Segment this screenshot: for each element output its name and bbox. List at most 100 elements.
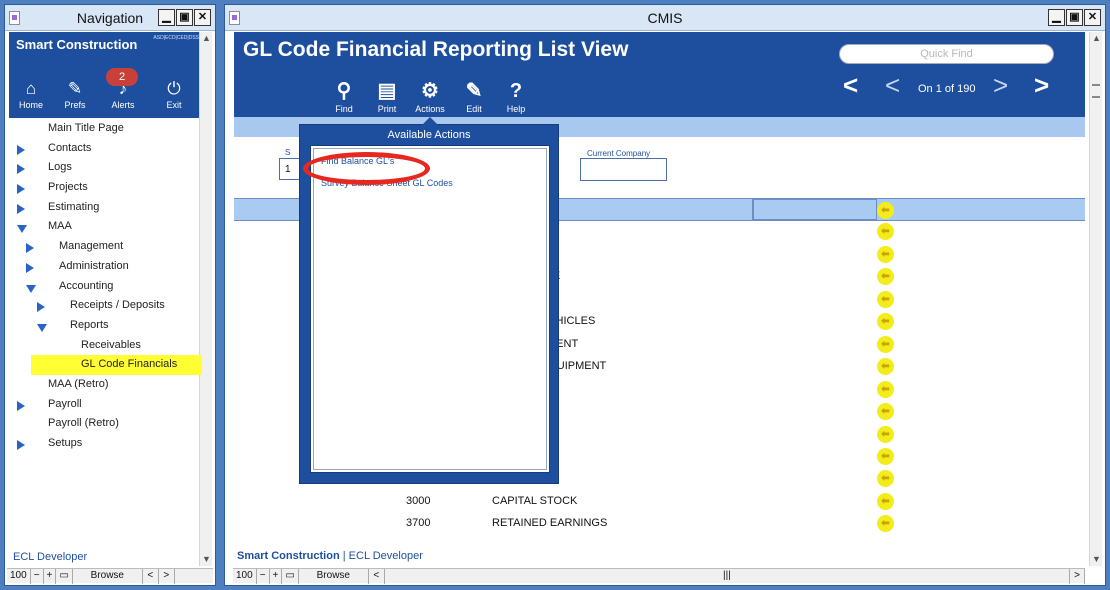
main-scrollbar[interactable]: ▲ ▼	[1089, 32, 1102, 566]
scroll-left-icon[interactable]: <	[143, 568, 159, 584]
go-to-record-icon[interactable]: ⬅	[877, 515, 894, 533]
collapsed-arrow-icon[interactable]	[26, 243, 34, 254]
mode-label[interactable]: Browse	[73, 568, 143, 584]
main-footer: Smart Construction | ECL Developer	[237, 550, 423, 562]
go-to-record-icon[interactable]: ⬅	[877, 245, 894, 263]
go-to-record-icon[interactable]: ⬅	[877, 268, 894, 286]
scroll-up-arrow[interactable]: ▲	[1090, 32, 1103, 45]
nav-footer-user[interactable]: ECL Developer	[13, 551, 87, 563]
nav-item[interactable]: Receipts / Deposits	[9, 296, 202, 316]
table-row[interactable]: 3000 CAPITAL STOCK ⬅	[234, 490, 1085, 513]
go-to-record-icon[interactable]: ⬅	[877, 470, 894, 488]
nav-item[interactable]: Accounting	[9, 277, 202, 297]
nav-item[interactable]: Management	[9, 237, 202, 257]
cmis-titlebar[interactable]: CMIS ▁ ▣ ✕	[225, 5, 1105, 31]
collapsed-arrow-icon[interactable]	[17, 400, 25, 411]
nav-item[interactable]: Administration	[9, 257, 202, 277]
navigation-titlebar[interactable]: Navigation ▁ ▣ ✕	[5, 5, 215, 31]
first-record-icon[interactable]: <	[843, 72, 858, 98]
nav-item[interactable]: Reports	[9, 316, 202, 336]
help-button[interactable]: ? Help	[497, 78, 535, 114]
nav-item[interactable]: Setups	[9, 434, 202, 454]
expanded-arrow-icon[interactable]	[17, 225, 27, 234]
nav-item[interactable]: Projects	[9, 178, 202, 198]
go-to-record-icon[interactable]: ⬅	[877, 335, 894, 353]
scroll-right-icon[interactable]: >	[1069, 568, 1085, 584]
footer-user[interactable]: ECL Developer	[349, 550, 423, 562]
actions-label: Actions	[415, 104, 445, 114]
collapsed-arrow-icon[interactable]	[17, 203, 25, 214]
close-button[interactable]: ✕	[1084, 9, 1101, 26]
go-to-record-icon[interactable]: ⬅	[877, 223, 894, 241]
collapsed-arrow-icon[interactable]	[17, 184, 25, 195]
minimize-button[interactable]: ▁	[158, 9, 175, 26]
nav-item[interactable]: Contacts	[9, 139, 202, 159]
prefs-button[interactable]: ✎ Prefs	[55, 78, 95, 110]
nav-item[interactable]: Logs	[9, 158, 202, 178]
collapsed-arrow-icon[interactable]	[17, 164, 25, 175]
nav-item[interactable]: Receivables	[9, 336, 202, 356]
zoom-out-icon[interactable]: −	[257, 568, 270, 584]
mode-label[interactable]: Browse	[299, 568, 369, 584]
nav-item[interactable]: GL Code Financials	[9, 355, 202, 375]
expanded-arrow-icon[interactable]	[26, 284, 36, 293]
prev-record-icon[interactable]: <	[885, 72, 900, 98]
nav-item[interactable]: MAA (Retro)	[9, 375, 202, 395]
go-to-record-icon[interactable]: ⬅	[877, 290, 894, 308]
go-to-record-icon[interactable]: ⬅	[877, 313, 894, 331]
zoom-level[interactable]: 100	[7, 568, 31, 584]
scroll-thumb[interactable]	[1092, 84, 1100, 98]
collapsed-arrow-icon[interactable]	[26, 262, 34, 273]
exit-label: Exit	[166, 100, 182, 110]
collapsed-arrow-icon[interactable]	[17, 144, 25, 155]
popup-pointer	[422, 117, 438, 125]
zoom-out-icon[interactable]: −	[31, 568, 44, 584]
last-record-icon[interactable]: >	[1034, 72, 1049, 98]
current-company-field[interactable]	[580, 158, 667, 181]
find-button[interactable]: ⚲ Find	[325, 78, 363, 114]
selected-extra-cell[interactable]	[753, 199, 877, 220]
quick-find-input[interactable]: Quick Find	[839, 44, 1054, 64]
zoom-level[interactable]: 100	[233, 568, 257, 584]
nav-item-label: Receivables	[81, 338, 141, 351]
collapsed-arrow-icon[interactable]	[37, 302, 45, 313]
maximize-button[interactable]: ▣	[176, 9, 193, 26]
table-row[interactable]: 3700 RETAINED EARNINGS ⬅	[234, 512, 1085, 535]
go-to-record-icon[interactable]: ⬅	[877, 202, 894, 219]
collapsed-arrow-icon[interactable]	[17, 440, 25, 450]
scroll-right-icon[interactable]: >	[159, 568, 175, 584]
nav-item[interactable]: Estimating	[9, 198, 202, 218]
minimize-button[interactable]: ▁	[1048, 9, 1065, 26]
go-to-record-icon[interactable]: ⬅	[877, 358, 894, 376]
layout-toggle-icon[interactable]: ▭	[282, 568, 299, 584]
go-to-record-icon[interactable]: ⬅	[877, 403, 894, 421]
go-to-record-icon[interactable]: ⬅	[877, 380, 894, 398]
expanded-arrow-icon[interactable]	[37, 323, 47, 332]
zoom-in-icon[interactable]: +	[270, 568, 283, 584]
actions-list: Find Balance GL's Survey Balance Sheet G…	[303, 148, 547, 470]
horizontal-scroll-thumb[interactable]: |||	[385, 569, 1069, 584]
edit-button[interactable]: ✎ Edit	[455, 78, 493, 114]
scroll-left-icon[interactable]: <	[369, 568, 385, 584]
print-button[interactable]: ▤ Print	[368, 78, 406, 114]
maximize-button[interactable]: ▣	[1066, 9, 1083, 26]
zoom-in-icon[interactable]: +	[44, 568, 57, 584]
go-to-record-icon[interactable]: ⬅	[877, 425, 894, 443]
exit-button[interactable]: ⏻ Exit	[154, 78, 194, 110]
next-record-icon[interactable]: >	[993, 72, 1008, 98]
cmis-title: CMIS	[647, 10, 683, 26]
footer-brand[interactable]: Smart Construction	[237, 550, 340, 562]
nav-item[interactable]: MAA	[9, 217, 202, 237]
layout-toggle-icon[interactable]: ▭	[56, 568, 73, 584]
nav-item[interactable]: Payroll (Retro)	[9, 414, 202, 434]
nav-item[interactable]: Main Title Page	[9, 119, 202, 139]
close-button[interactable]: ✕	[194, 9, 211, 26]
home-button[interactable]: ⌂ Home	[11, 78, 51, 110]
scroll-down-arrow[interactable]: ▼	[1090, 553, 1103, 566]
nav-item[interactable]: Payroll	[9, 395, 202, 415]
scroll-up-arrow[interactable]: ▲	[200, 32, 213, 45]
actions-button[interactable]: ⚙ Actions	[411, 78, 449, 114]
scroll-down-arrow[interactable]: ▼	[200, 553, 213, 566]
go-to-record-icon[interactable]: ⬅	[877, 447, 894, 465]
go-to-record-icon[interactable]: ⬅	[877, 492, 894, 510]
